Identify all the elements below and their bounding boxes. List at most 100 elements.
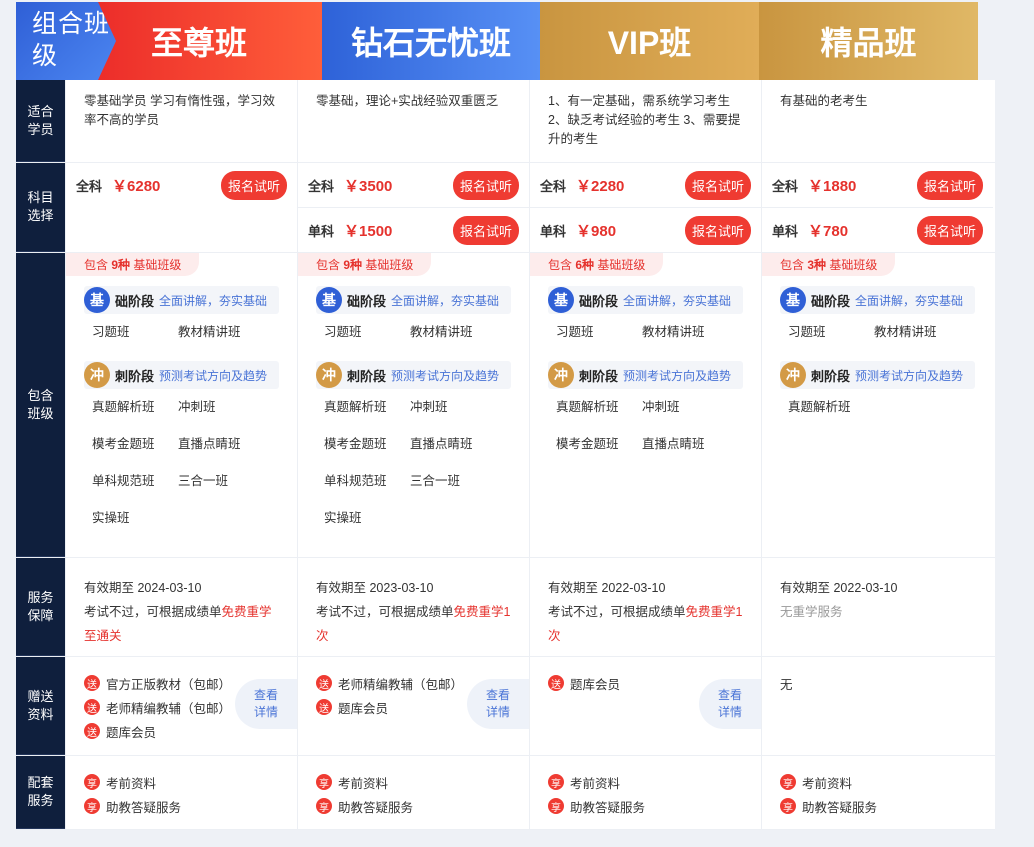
- class-item[interactable]: 教材精讲班: [178, 314, 264, 351]
- sprint-icon: 冲: [84, 362, 110, 388]
- include-pre: 包含: [84, 258, 109, 272]
- class-item[interactable]: 真题解析班: [324, 389, 410, 426]
- row-label: 科目选择: [16, 163, 65, 252]
- view-detail-label: 查看详情: [717, 688, 742, 719]
- price-full: 全科 ￥3500 报名试听: [298, 163, 529, 207]
- enroll-button[interactable]: 报名试听: [684, 170, 751, 200]
- class-item[interactable]: 冲刺班: [410, 389, 496, 426]
- stage-foundation: 基础阶段 全面讲解，夯实基础: [84, 286, 279, 314]
- row-label: 适合学员: [16, 80, 65, 162]
- class-item[interactable]: 模考金题班: [92, 426, 178, 463]
- row-label: 服务保障: [16, 558, 65, 656]
- gift-label: 题库会员: [338, 701, 389, 716]
- service-cell: 有效期至 2024-03-10 考试不过，可根据成绩单免费重学至通关: [65, 558, 297, 656]
- include-count-tag: 包含 6种 基础班级: [530, 253, 664, 276]
- class-item[interactable]: 模考金题班: [324, 426, 410, 463]
- row-service: 服务保障 有效期至 2024-03-10 考试不过，可根据成绩单免费重学至通关 …: [16, 558, 995, 657]
- view-detail-button[interactable]: 查看详情: [235, 679, 297, 729]
- stage-name: 础阶段: [347, 293, 387, 309]
- class-item[interactable]: 直播点睛班: [410, 426, 496, 463]
- stage-name: 刺阶段: [811, 368, 851, 384]
- row-gift-materials: 赠送资料 送官方正版教材（包邮）送老师精编教辅（包邮）送题库会员 查看详情 送老师…: [16, 657, 995, 756]
- view-detail-button[interactable]: 查看详情: [467, 679, 529, 729]
- class-item[interactable]: 习题班: [324, 314, 410, 351]
- support-item: 享考前资料: [548, 770, 743, 794]
- class-item[interactable]: 实操班: [92, 500, 178, 537]
- class-item[interactable]: 直播点睛班: [178, 426, 264, 463]
- class-item[interactable]: 习题班: [92, 314, 178, 351]
- gift-cell: 送题库会员查看详情: [529, 657, 761, 755]
- class-item[interactable]: 冲刺班: [642, 389, 728, 426]
- price-single: 单科 ￥1500 报名试听: [298, 207, 529, 252]
- class-item[interactable]: 习题班: [556, 314, 642, 351]
- class-list: 习题班 教材精讲班: [530, 314, 761, 351]
- class-item[interactable]: 模考金题班: [556, 426, 642, 463]
- stage-desc: 全面讲解，夯实基础: [623, 293, 732, 308]
- class-item[interactable]: 三合一班: [178, 463, 264, 500]
- class-item[interactable]: 教材精讲班: [874, 314, 960, 351]
- row-suitable-students: 适合学员 零基础学员 学习有惰性强，学习效率不高的学员 零基础，理论+实战经验双…: [16, 80, 995, 163]
- include-pre: 包含: [780, 258, 805, 272]
- class-item[interactable]: 习题班: [788, 314, 874, 351]
- class-item[interactable]: 真题解析班: [92, 389, 178, 426]
- support-label: 考前资料: [802, 776, 853, 791]
- include-cell: 包含 9种 基础班级基础阶段 全面讲解，夯实基础 习题班 教材精讲班冲刺阶段 预测考试方…: [297, 253, 529, 557]
- enroll-button[interactable]: 报名试听: [452, 170, 519, 200]
- stage-foundation: 基础阶段 全面讲解，夯实基础: [780, 286, 975, 314]
- class-item[interactable]: 教材精讲班: [410, 314, 496, 351]
- enroll-button[interactable]: 报名试听: [916, 215, 983, 245]
- gift-label: 官方正版教材（包邮）: [106, 677, 232, 692]
- enjoy-icon: 享: [316, 774, 332, 790]
- support-label: 助教答疑服务: [106, 800, 182, 815]
- class-list: 真题解析班: [762, 389, 993, 426]
- view-detail-button[interactable]: 查看详情: [699, 679, 761, 729]
- tier-header: 至尊班 钻石无忧班 VIP班 精品班: [16, 2, 978, 80]
- class-item[interactable]: 真题解析班: [788, 389, 874, 426]
- class-list: 真题解析班 冲刺班 模考金题班 直播点睛班 单科规范班 三合一班 实操班: [66, 389, 297, 537]
- gift-icon: 送: [548, 675, 564, 691]
- class-list: 习题班 教材精讲班: [298, 314, 529, 351]
- class-list: 真题解析班 冲刺班 模考金题班 直播点睛班 单科规范班 三合一班 实操班: [298, 389, 529, 537]
- support-item: 享考前资料: [780, 770, 975, 794]
- gift-label: 题库会员: [570, 677, 621, 692]
- support-label: 助教答疑服务: [338, 800, 414, 815]
- support-item: 享考前资料: [316, 770, 511, 794]
- class-item[interactable]: 单科规范班: [92, 463, 178, 500]
- stage-foundation: 基础阶段 全面讲解，夯实基础: [548, 286, 743, 314]
- enjoy-icon: 享: [780, 798, 796, 814]
- class-item[interactable]: 单科规范班: [324, 463, 410, 500]
- include-count: 6种: [575, 258, 595, 272]
- tier-premium[interactable]: 精品班: [759, 2, 978, 80]
- enroll-button[interactable]: 报名试听: [220, 170, 287, 200]
- class-item[interactable]: 直播点睛班: [642, 426, 728, 463]
- stage-sprint: 冲刺阶段 预测考试方向及趋势: [780, 361, 975, 389]
- sprint-icon: 冲: [780, 362, 806, 388]
- class-item[interactable]: 实操班: [324, 500, 410, 537]
- class-list: 习题班 教材精讲班: [762, 314, 993, 351]
- support-label: 助教答疑服务: [802, 800, 878, 815]
- tier-diamond[interactable]: 钻石无忧班: [322, 2, 540, 80]
- enjoy-icon: 享: [548, 774, 564, 790]
- gift-none: 无: [780, 677, 793, 692]
- view-detail-label: 查看详情: [253, 688, 278, 719]
- support-label: 考前资料: [106, 776, 157, 791]
- foundation-icon: 基: [84, 287, 110, 313]
- enroll-button[interactable]: 报名试听: [452, 215, 519, 245]
- view-detail-label: 查看详情: [485, 688, 510, 719]
- stage-name: 础阶段: [115, 293, 155, 309]
- gift-icon: 送: [84, 723, 100, 739]
- enroll-button[interactable]: 报名试听: [916, 170, 983, 200]
- include-cell: 包含 3种 基础班级基础阶段 全面讲解，夯实基础 习题班 教材精讲班冲刺阶段 预测考试方…: [761, 253, 993, 557]
- include-cell: 包含 6种 基础班级基础阶段 全面讲解，夯实基础 习题班 教材精讲班冲刺阶段 预测考试方…: [529, 253, 761, 557]
- class-item[interactable]: 冲刺班: [178, 389, 264, 426]
- enroll-button[interactable]: 报名试听: [684, 215, 751, 245]
- enjoy-icon: 享: [548, 798, 564, 814]
- support-item: 享助教答疑服务: [780, 794, 975, 818]
- stage-desc: 预测考试方向及趋势: [391, 368, 500, 383]
- class-item[interactable]: 教材精讲班: [642, 314, 728, 351]
- stage-name: 础阶段: [579, 293, 619, 309]
- gift-icon: 送: [316, 699, 332, 715]
- tier-vip[interactable]: VIP班: [540, 2, 759, 80]
- class-item[interactable]: 真题解析班: [556, 389, 642, 426]
- class-item[interactable]: 三合一班: [410, 463, 496, 500]
